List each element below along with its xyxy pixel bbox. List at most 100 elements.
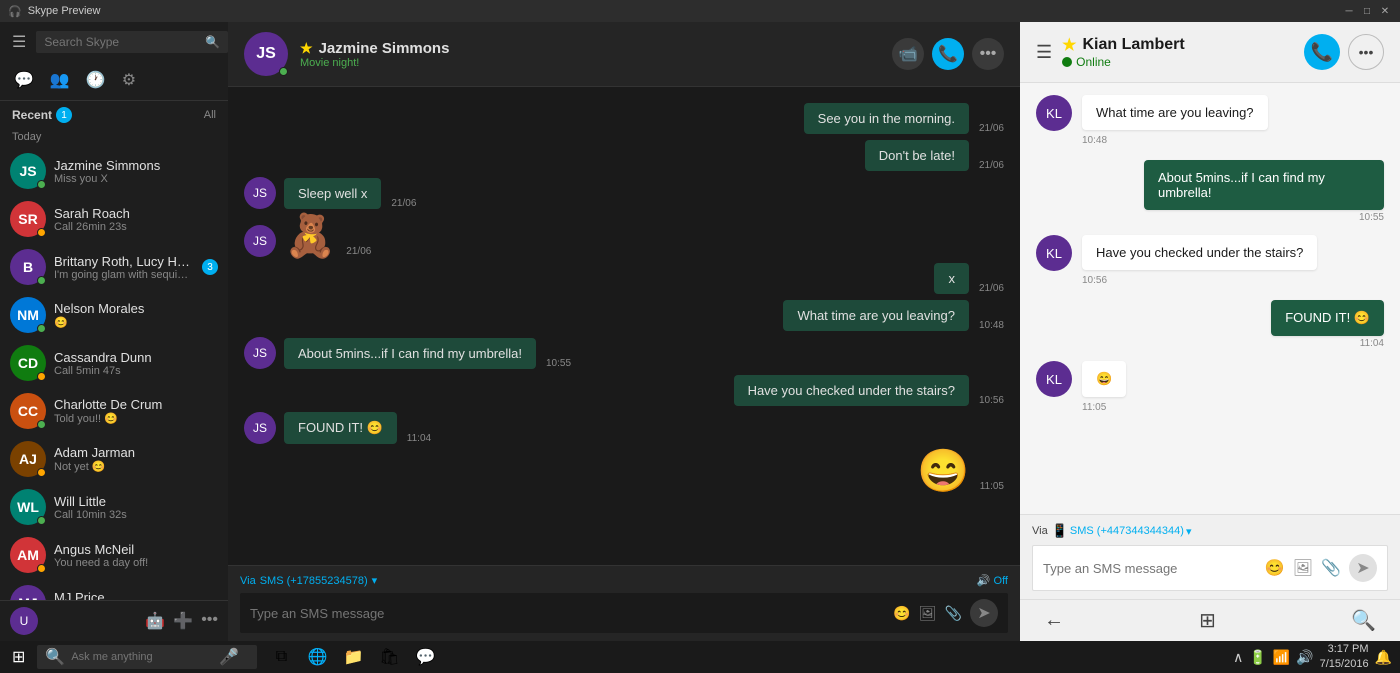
send-button[interactable]: ➤ — [970, 599, 998, 627]
right-sms-number[interactable]: 📱 SMS (+447344344344) ▾ — [1052, 523, 1192, 539]
contact-item[interactable]: WL Will Little Call 10min 32s — [0, 483, 228, 531]
right-msg-wrapper: What time are you leaving? 10:48 — [1082, 95, 1268, 148]
more-options-button[interactable]: ••• — [972, 38, 1004, 70]
message-time: 21/06 — [346, 246, 371, 257]
contact-name: Will Little — [54, 494, 218, 509]
audio-call-button[interactable]: 📞 — [932, 38, 964, 70]
right-text-input[interactable] — [1043, 561, 1257, 576]
nav-settings-icon[interactable]: ⚙ — [116, 66, 142, 94]
bot-icon[interactable]: 🤖 — [145, 611, 165, 631]
contact-preview: 😊 — [54, 316, 218, 329]
search-button[interactable]: 🔍 — [1351, 608, 1376, 633]
message-with-time: FOUND IT! 😊 11:04 — [284, 412, 431, 444]
image-icon[interactable]: 🖼 — [919, 605, 937, 622]
contact-avatar: WL — [10, 489, 46, 525]
back-button[interactable]: ← — [1044, 609, 1064, 632]
start-button[interactable]: ⊞ — [8, 643, 29, 671]
contact-name: Nelson Morales — [54, 301, 218, 316]
all-link[interactable]: All — [204, 109, 216, 121]
maximize-button[interactable]: □ — [1360, 4, 1374, 18]
right-dropdown-arrow[interactable]: ▾ — [1186, 525, 1192, 538]
message-row: JS Sleep well x 21/06 — [244, 177, 1004, 209]
battery-icon: 🔋 — [1249, 649, 1266, 666]
contact-item[interactable]: CD Cassandra Dunn Call 5min 47s — [0, 339, 228, 387]
close-button[interactable]: ✕ — [1378, 4, 1392, 18]
windows-button[interactable]: ⊞ — [1199, 608, 1216, 633]
message-row: 21/06 See you in the morning. — [244, 103, 1004, 134]
contact-preview: Told you!! 😊 — [54, 412, 218, 425]
contact-info: Adam Jarman Not yet 😊 — [54, 445, 218, 473]
emoji-icon[interactable]: 😊 — [893, 605, 910, 622]
message-bubble: What time are you leaving? — [783, 300, 969, 331]
search-input[interactable] — [44, 35, 199, 49]
contact-item[interactable]: NM Nelson Morales 😊 — [0, 291, 228, 339]
mic-icon[interactable]: 🎤 — [219, 647, 239, 667]
contact-item[interactable]: JS Jazmine Simmons Miss you X — [0, 147, 228, 195]
contact-avatar: AM — [10, 537, 46, 573]
notification-icon[interactable]: 🔔 — [1375, 649, 1392, 666]
minimize-button[interactable]: ─ — [1342, 4, 1356, 18]
right-image-icon[interactable]: 🖼 — [1293, 558, 1313, 578]
dropdown-arrow[interactable]: ▾ — [372, 574, 378, 587]
audio-off-label: 🔊 Off — [977, 574, 1008, 587]
taskbar-search-input[interactable] — [71, 651, 213, 663]
nav-contacts-icon[interactable]: 👥 — [44, 66, 76, 94]
right-msg-avatar: KL — [1036, 361, 1072, 397]
contact-item[interactable]: CC Charlotte De Crum Told you!! 😊 — [0, 387, 228, 435]
edge-icon[interactable]: 🌐 — [301, 641, 333, 673]
explorer-icon[interactable]: 📁 — [337, 641, 369, 673]
video-call-button[interactable]: 📹 — [892, 38, 924, 70]
right-menu-icon[interactable]: ☰ — [1036, 42, 1052, 63]
add-icon[interactable]: ➕ — [173, 611, 193, 631]
message-row: JS FOUND IT! 😊 11:04 — [244, 412, 1004, 444]
skype-icon[interactable]: 💬 — [409, 641, 441, 673]
contact-item[interactable]: SR Sarah Roach Call 26min 23s — [0, 195, 228, 243]
chat-text-input[interactable] — [250, 606, 885, 621]
right-message-row: KL Have you checked under the stairs? 10… — [1036, 235, 1384, 288]
message-row: 21/06 Don't be late! — [244, 140, 1004, 171]
contact-item[interactable]: AJ Adam Jarman Not yet 😊 — [0, 435, 228, 483]
right-more-button[interactable]: ••• — [1348, 34, 1384, 70]
right-contact-name: Kian Lambert — [1082, 36, 1184, 54]
right-attach-icon[interactable]: 📎 — [1321, 558, 1341, 578]
contact-name: Adam Jarman — [54, 445, 218, 460]
volume-icon[interactable]: 🔊 — [1296, 649, 1313, 666]
contact-item[interactable]: AM Angus McNeil You need a day off! — [0, 531, 228, 579]
message-avatar: JS — [244, 177, 276, 209]
message-avatar: JS — [244, 412, 276, 444]
message-avatar: JS — [244, 337, 276, 369]
message-avatar: JS — [244, 225, 276, 257]
network-icon: 📶 — [1273, 649, 1290, 666]
message-row: 21/06 x — [244, 263, 1004, 294]
more-icon[interactable]: ••• — [201, 611, 218, 631]
task-view-button[interactable]: ⧉ — [265, 641, 297, 673]
message-bubble: x — [934, 263, 969, 294]
right-emoji-icon[interactable]: 😊 — [1265, 558, 1285, 578]
message-row: 10:48 What time are you leaving? — [244, 300, 1004, 331]
right-msg-avatar: KL — [1036, 235, 1072, 271]
contact-item[interactable]: MJ MJ Price Teehee! — [0, 579, 228, 600]
bottom-icons: 🤖 ➕ ••• — [145, 611, 218, 631]
sms-number[interactable]: SMS (+17855234578) — [260, 575, 368, 587]
contact-preview: You need a day off! — [54, 557, 218, 569]
nav-recent-icon[interactable]: 🕐 — [80, 66, 112, 94]
via-sms-label: Via SMS (+17855234578) ▾ 🔊 Off — [240, 574, 1008, 587]
chat-input-area: Via SMS (+17855234578) ▾ 🔊 Off 😊 🖼 📎 ➤ — [228, 565, 1020, 641]
attach-icon[interactable]: 📎 — [945, 605, 962, 622]
right-input-row: 😊 🖼 📎 ➤ — [1032, 545, 1388, 591]
chat-contact-status: Movie night! — [300, 57, 359, 69]
right-send-button[interactable]: ➤ — [1349, 554, 1377, 582]
chevron-up-icon[interactable]: ∧ — [1233, 649, 1243, 666]
message-row: 10:56 Have you checked under the stairs? — [244, 375, 1004, 406]
message-with-time: 21/06 See you in the morning. — [804, 103, 1004, 134]
contact-item[interactable]: B Brittany Roth, Lucy Holcomb, S... I'm … — [0, 243, 228, 291]
profile-avatar[interactable]: U — [10, 607, 38, 635]
contact-avatar: CC — [10, 393, 46, 429]
nav-chats-icon[interactable]: 💬 — [8, 66, 40, 94]
clock-date: 7/15/2016 — [1320, 657, 1369, 672]
hamburger-icon[interactable]: ☰ — [8, 28, 30, 56]
right-call-button[interactable]: 📞 — [1304, 34, 1340, 70]
store-icon[interactable]: 🛍 — [373, 641, 405, 673]
right-message-row: KL What time are you leaving? 10:48 — [1036, 95, 1384, 148]
input-icons: 😊 🖼 📎 — [893, 605, 962, 622]
